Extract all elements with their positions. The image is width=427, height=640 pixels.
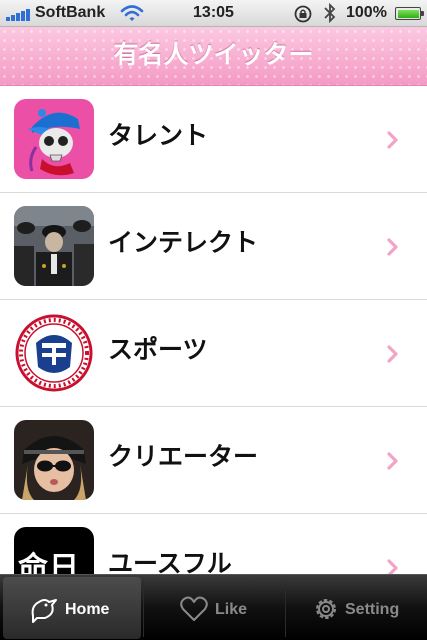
tab-like[interactable]: Like (145, 577, 283, 639)
chevron-right-icon (387, 238, 398, 256)
tab-home[interactable]: Home (3, 577, 141, 639)
tab-setting[interactable]: Setting (287, 577, 425, 639)
kanji-calendar-thumbnail: 命日 (14, 527, 94, 574)
list-item-sports[interactable]: スポーツ (0, 300, 427, 407)
list-item-label: クリエーター (108, 442, 259, 471)
officers-photo-thumbnail (14, 206, 94, 286)
sunglasses-portrait-thumbnail (14, 420, 94, 500)
list-item-creator[interactable]: クリエーター (0, 407, 427, 514)
list-item-intellect[interactable]: インテレクト (0, 193, 427, 300)
category-list: タレント インテレクト スポーツ クリエーター 命日 ユースフル (0, 86, 427, 574)
battery-icon (395, 7, 424, 20)
navigation-bar: 有名人ツイッター (0, 27, 427, 86)
list-item-label: ユースフル (108, 549, 232, 574)
tab-label: Home (65, 601, 110, 618)
bird-icon (31, 599, 57, 623)
thumbnail-text: 命日 (18, 551, 80, 574)
chevron-right-icon (387, 559, 398, 574)
list-item-label: タレント (108, 121, 209, 150)
tab-label: Like (215, 601, 248, 618)
chevron-right-icon (387, 452, 398, 470)
list-item-label: スポーツ (108, 335, 208, 364)
tab-divider (143, 581, 144, 637)
list-item-useful[interactable]: 命日 ユースフル (0, 514, 427, 574)
tab-divider (285, 581, 286, 637)
rotation-lock-icon (294, 5, 312, 23)
page-title: 有名人ツイッター (113, 40, 314, 69)
heart-icon (180, 596, 208, 621)
list-item-talent[interactable]: タレント (0, 86, 427, 193)
tab-bar: Home Like Setting (0, 574, 427, 640)
status-bar: SoftBank 13:05 100% (0, 0, 427, 27)
chevron-right-icon (387, 131, 398, 149)
bluetooth-icon (324, 2, 336, 24)
skull-cap-thumbnail (14, 99, 94, 179)
list-item-label: インテレクト (108, 228, 259, 257)
umpire-logo-thumbnail (14, 313, 94, 393)
tab-label: Setting (345, 601, 400, 618)
gear-icon (316, 599, 336, 619)
chevron-right-icon (387, 345, 398, 363)
battery-percent: 100% (346, 4, 387, 21)
